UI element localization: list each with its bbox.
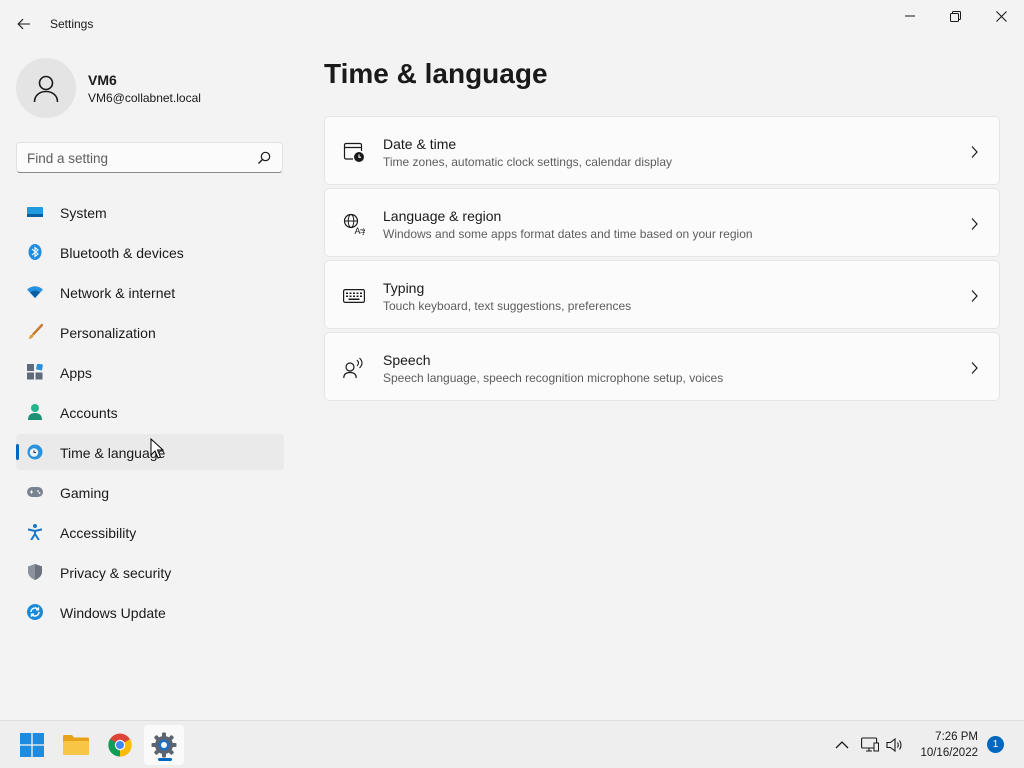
restore-icon	[949, 10, 961, 22]
sidebar-item-gaming[interactable]: Gaming	[16, 474, 284, 510]
sidebar-item-label: Privacy & security	[60, 565, 172, 581]
file-explorer-icon	[63, 735, 89, 755]
close-icon	[995, 10, 1007, 22]
sidebar-item-accessibility[interactable]: Accessibility	[16, 514, 284, 550]
globe-clock-icon	[27, 444, 43, 460]
chevron-right-icon	[971, 146, 978, 158]
app-title: Settings	[50, 17, 94, 31]
card-language-region[interactable]: A字 Language & region Windows and some ap…	[324, 188, 1000, 257]
calendar-clock-icon	[343, 141, 365, 163]
volume-icon	[886, 737, 902, 753]
update-icon	[27, 604, 43, 620]
taskbar-clock[interactable]: 7:26 PM 10/16/2022	[912, 729, 978, 761]
chrome-button[interactable]	[100, 725, 140, 765]
user-profile[interactable]: VM6 VM6@collabnet.local	[16, 58, 286, 118]
sidebar-item-label: Personalization	[60, 325, 156, 341]
chevron-right-icon	[971, 290, 978, 302]
chevron-right-icon	[971, 362, 978, 374]
sidebar-item-label: Gaming	[60, 485, 110, 501]
card-description: Time zones, automatic clock settings, ca…	[383, 155, 673, 169]
apps-icon	[27, 364, 43, 380]
brush-icon	[27, 324, 43, 340]
title-bar: Settings	[0, 0, 1024, 48]
sidebar-nav: System Bluetooth & devices Network & int…	[16, 194, 284, 634]
back-button[interactable]	[10, 10, 38, 38]
card-date-time[interactable]: Date & time Time zones, automatic clock …	[324, 116, 1000, 185]
card-title: Speech	[383, 352, 431, 368]
avatar	[16, 58, 76, 118]
page-title: Time & language	[324, 58, 548, 89]
clock-time: 7:26 PM	[935, 731, 978, 743]
sidebar-item-label: Accounts	[60, 405, 118, 421]
file-explorer-button[interactable]	[56, 725, 96, 765]
speech-icon	[343, 357, 365, 379]
sidebar-item-apps[interactable]: Apps	[16, 354, 284, 390]
gamepad-icon	[27, 484, 43, 500]
network-icon	[861, 737, 879, 752]
sidebar-item-accounts[interactable]: Accounts	[16, 394, 284, 430]
minimize-button[interactable]	[887, 0, 933, 32]
settings-window: Settings VM6 VM6@collabnet.local System	[0, 0, 1024, 720]
taskbar: 7:26 PM 10/16/2022 1	[0, 720, 1024, 768]
card-description: Windows and some apps format dates and t…	[383, 227, 753, 241]
start-button[interactable]	[12, 725, 52, 765]
sidebar-item-bluetooth[interactable]: Bluetooth & devices	[16, 234, 284, 270]
chevron-up-icon	[835, 741, 849, 749]
sidebar-item-network[interactable]: Network & internet	[16, 274, 284, 310]
keyboard-icon	[343, 285, 365, 307]
card-title: Language & region	[383, 208, 502, 224]
search-input[interactable]	[27, 149, 247, 167]
card-title: Typing	[383, 280, 425, 296]
settings-icon	[151, 732, 177, 758]
card-speech[interactable]: Speech Speech language, speech recogniti…	[324, 332, 1000, 401]
bluetooth-icon	[27, 244, 43, 260]
sidebar-item-label: System	[60, 205, 107, 221]
sidebar-item-system[interactable]: System	[16, 194, 284, 230]
minimize-icon	[905, 15, 915, 17]
language-icon: A字	[343, 213, 365, 235]
card-typing[interactable]: Typing Touch keyboard, text suggestions,…	[324, 260, 1000, 329]
volume-tray-button[interactable]	[885, 735, 905, 755]
system-icon	[27, 204, 43, 220]
notification-badge[interactable]: 1	[987, 736, 1004, 753]
card-description: Speech language, speech recognition micr…	[383, 371, 724, 385]
active-app-indicator	[158, 758, 172, 761]
user-email: VM6@collabnet.local	[88, 91, 201, 105]
shield-icon	[27, 564, 43, 580]
sidebar-item-label: Bluetooth & devices	[60, 245, 184, 261]
back-arrow-icon	[17, 18, 30, 30]
accessibility-icon	[27, 524, 43, 540]
mouse-cursor-icon	[150, 438, 164, 459]
sidebar-item-label: Windows Update	[60, 605, 166, 621]
sidebar-item-personalization[interactable]: Personalization	[16, 314, 284, 350]
sidebar-item-windows-update[interactable]: Windows Update	[16, 594, 284, 630]
sidebar-item-label: Network & internet	[60, 285, 176, 301]
accounts-icon	[27, 404, 43, 420]
selection-indicator	[16, 444, 19, 460]
sidebar-item-privacy[interactable]: Privacy & security	[16, 554, 284, 590]
card-title: Date & time	[383, 136, 457, 152]
close-button[interactable]	[978, 0, 1024, 32]
chrome-icon	[108, 733, 132, 757]
start-icon	[20, 733, 44, 757]
search-icon[interactable]	[256, 150, 272, 166]
person-icon	[33, 75, 59, 103]
network-tray-button[interactable]	[860, 735, 880, 755]
clock-date: 10/16/2022	[920, 747, 978, 759]
settings-cards: Date & time Time zones, automatic clock …	[324, 116, 1000, 404]
chevron-right-icon	[971, 218, 978, 230]
search-box[interactable]	[16, 142, 283, 173]
sidebar-item-label: Apps	[60, 365, 92, 381]
sidebar-item-label: Accessibility	[60, 525, 137, 541]
maximize-button[interactable]	[932, 0, 978, 32]
user-name: VM6	[88, 72, 117, 88]
card-description: Touch keyboard, text suggestions, prefer…	[383, 299, 632, 313]
svg-text:字: 字	[360, 227, 365, 235]
show-hidden-icons-button[interactable]	[832, 735, 852, 755]
wifi-icon	[27, 284, 43, 300]
